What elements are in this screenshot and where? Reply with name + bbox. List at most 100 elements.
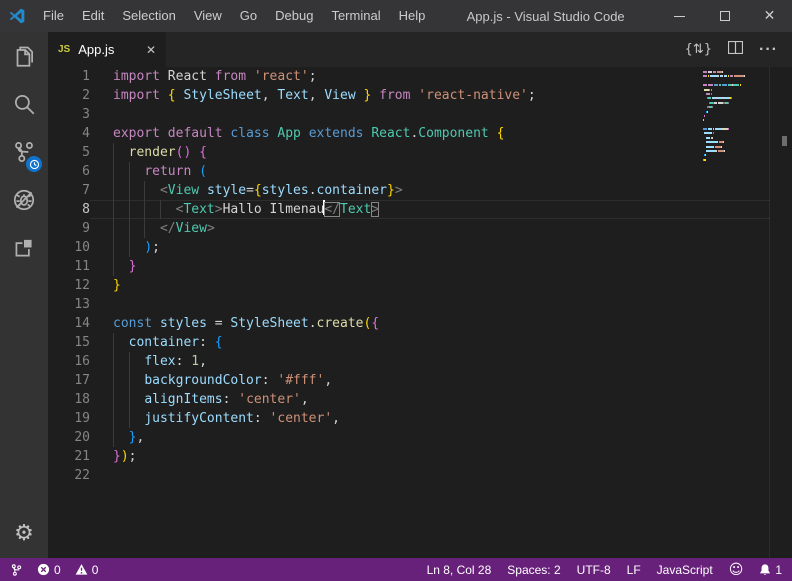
line-number[interactable]: 13 <box>48 295 90 314</box>
line-number[interactable]: 7 <box>48 181 90 200</box>
code-line[interactable]: 10 ); <box>48 238 770 257</box>
code-line[interactable]: 11 } <box>48 257 770 276</box>
code-text: container: { <box>90 333 770 352</box>
problems-errors-button[interactable]: 0 <box>37 563 61 577</box>
minimize-button[interactable] <box>657 0 702 32</box>
activity-bar: ⚙ <box>0 32 48 558</box>
line-number[interactable]: 11 <box>48 257 90 276</box>
menu-go[interactable]: Go <box>231 0 266 32</box>
activity-extensions-button[interactable] <box>0 224 48 272</box>
line-number[interactable]: 20 <box>48 428 90 447</box>
menu-file[interactable]: File <box>34 0 73 32</box>
code-text: }); <box>90 447 770 466</box>
line-number[interactable]: 12 <box>48 276 90 295</box>
minimap[interactable] <box>698 67 770 558</box>
code-line[interactable]: 4export default class App extends React.… <box>48 124 770 143</box>
overview-ruler[interactable] <box>770 67 792 558</box>
vscode-logo-icon <box>0 7 34 25</box>
maximize-button[interactable] <box>702 0 747 32</box>
notifications-button[interactable]: 1 <box>759 563 782 577</box>
code-line[interactable]: 22 <box>48 466 770 485</box>
line-number[interactable]: 15 <box>48 333 90 352</box>
line-number[interactable]: 4 <box>48 124 90 143</box>
line-number[interactable]: 17 <box>48 371 90 390</box>
code-line[interactable]: 8 <Text>Hallo Ilmenau</Text> <box>48 200 770 219</box>
vscode-window: File Edit Selection View Go Debug Termin… <box>0 0 792 581</box>
split-editor-button[interactable] <box>728 41 743 59</box>
code-text: <View style={styles.container}> <box>90 181 770 200</box>
problems-warnings-button[interactable]: 0 <box>75 563 99 577</box>
line-number[interactable]: 1 <box>48 67 90 86</box>
code-text: render() { <box>90 143 770 162</box>
activity-explorer-button[interactable] <box>0 32 48 80</box>
line-number[interactable]: 22 <box>48 466 90 485</box>
code-line[interactable]: 13 <box>48 295 770 314</box>
line-number[interactable]: 18 <box>48 390 90 409</box>
code-editor[interactable]: 1import React from 'react';2import { Sty… <box>48 67 792 558</box>
activity-debug-button[interactable] <box>0 176 48 224</box>
code-line[interactable]: 9 </View> <box>48 219 770 238</box>
eol-button[interactable]: LF <box>627 563 641 577</box>
error-count: 0 <box>54 563 61 577</box>
menu-edit[interactable]: Edit <box>73 0 113 32</box>
git-branch-icon <box>10 563 23 577</box>
feedback-button[interactable]: ☺ <box>729 563 744 577</box>
code-line[interactable]: 2import { StyleSheet, Text, View } from … <box>48 86 770 105</box>
code-line[interactable]: 5 render() { <box>48 143 770 162</box>
code-line[interactable]: 21}); <box>48 447 770 466</box>
code-text: backgroundColor: '#fff', <box>90 371 770 390</box>
line-number[interactable]: 21 <box>48 447 90 466</box>
line-number[interactable]: 3 <box>48 105 90 124</box>
code-line[interactable]: 20 }, <box>48 428 770 447</box>
code-line[interactable]: 6 return ( <box>48 162 770 181</box>
tab-appjs[interactable]: JS App.js ✕ <box>48 32 166 67</box>
activity-bar-spacer <box>0 272 48 510</box>
code-line[interactable]: 1import React from 'react'; <box>48 67 770 86</box>
menu-debug[interactable]: Debug <box>266 0 322 32</box>
code-line[interactable]: 19 justifyContent: 'center', <box>48 409 770 428</box>
menu-terminal[interactable]: Terminal <box>322 0 389 32</box>
open-changes-button[interactable]: {⇅} <box>685 42 712 57</box>
line-number[interactable]: 5 <box>48 143 90 162</box>
indentation-button[interactable]: Spaces: 2 <box>507 563 560 577</box>
line-number[interactable]: 19 <box>48 409 90 428</box>
javascript-file-icon: JS <box>58 44 70 55</box>
code-line[interactable]: 14const styles = StyleSheet.create({ <box>48 314 770 333</box>
line-number[interactable]: 9 <box>48 219 90 238</box>
code-line[interactable]: 12} <box>48 276 770 295</box>
more-actions-button[interactable]: ··· <box>759 41 778 59</box>
menu-help[interactable]: Help <box>390 0 435 32</box>
code-text: return ( <box>90 162 770 181</box>
code-text: } <box>90 276 770 295</box>
line-number[interactable]: 16 <box>48 352 90 371</box>
code-line[interactable]: 15 container: { <box>48 333 770 352</box>
cursor-line-marker <box>782 136 787 146</box>
activity-source-control-button[interactable] <box>0 128 48 176</box>
code-line[interactable]: 3 <box>48 105 770 124</box>
menu-selection[interactable]: Selection <box>113 0 184 32</box>
line-number[interactable]: 6 <box>48 162 90 181</box>
menu-view[interactable]: View <box>185 0 231 32</box>
tab-close-icon[interactable]: ✕ <box>146 43 156 57</box>
code-text: const styles = StyleSheet.create({ <box>90 314 770 333</box>
line-number[interactable]: 8 <box>48 200 90 219</box>
close-button[interactable]: ✕ <box>747 0 792 32</box>
code-line[interactable]: 18 alignItems: 'center', <box>48 390 770 409</box>
manage-button[interactable]: ⚙ <box>0 510 48 558</box>
code-line[interactable]: 17 backgroundColor: '#fff', <box>48 371 770 390</box>
notification-count: 1 <box>775 563 782 577</box>
search-icon <box>11 91 37 117</box>
git-branch-button[interactable] <box>10 563 23 577</box>
line-number[interactable]: 14 <box>48 314 90 333</box>
language-mode-button[interactable]: JavaScript <box>657 563 713 577</box>
line-number[interactable]: 2 <box>48 86 90 105</box>
line-number[interactable]: 10 <box>48 238 90 257</box>
code-line[interactable]: 7 <View style={styles.container}> <box>48 181 770 200</box>
code-text: }, <box>90 428 770 447</box>
code-line[interactable]: 16 flex: 1, <box>48 352 770 371</box>
cursor-position-button[interactable]: Ln 8, Col 28 <box>427 563 492 577</box>
close-icon: ✕ <box>764 8 776 24</box>
code-text <box>90 105 770 124</box>
encoding-button[interactable]: UTF-8 <box>577 563 611 577</box>
activity-search-button[interactable] <box>0 80 48 128</box>
